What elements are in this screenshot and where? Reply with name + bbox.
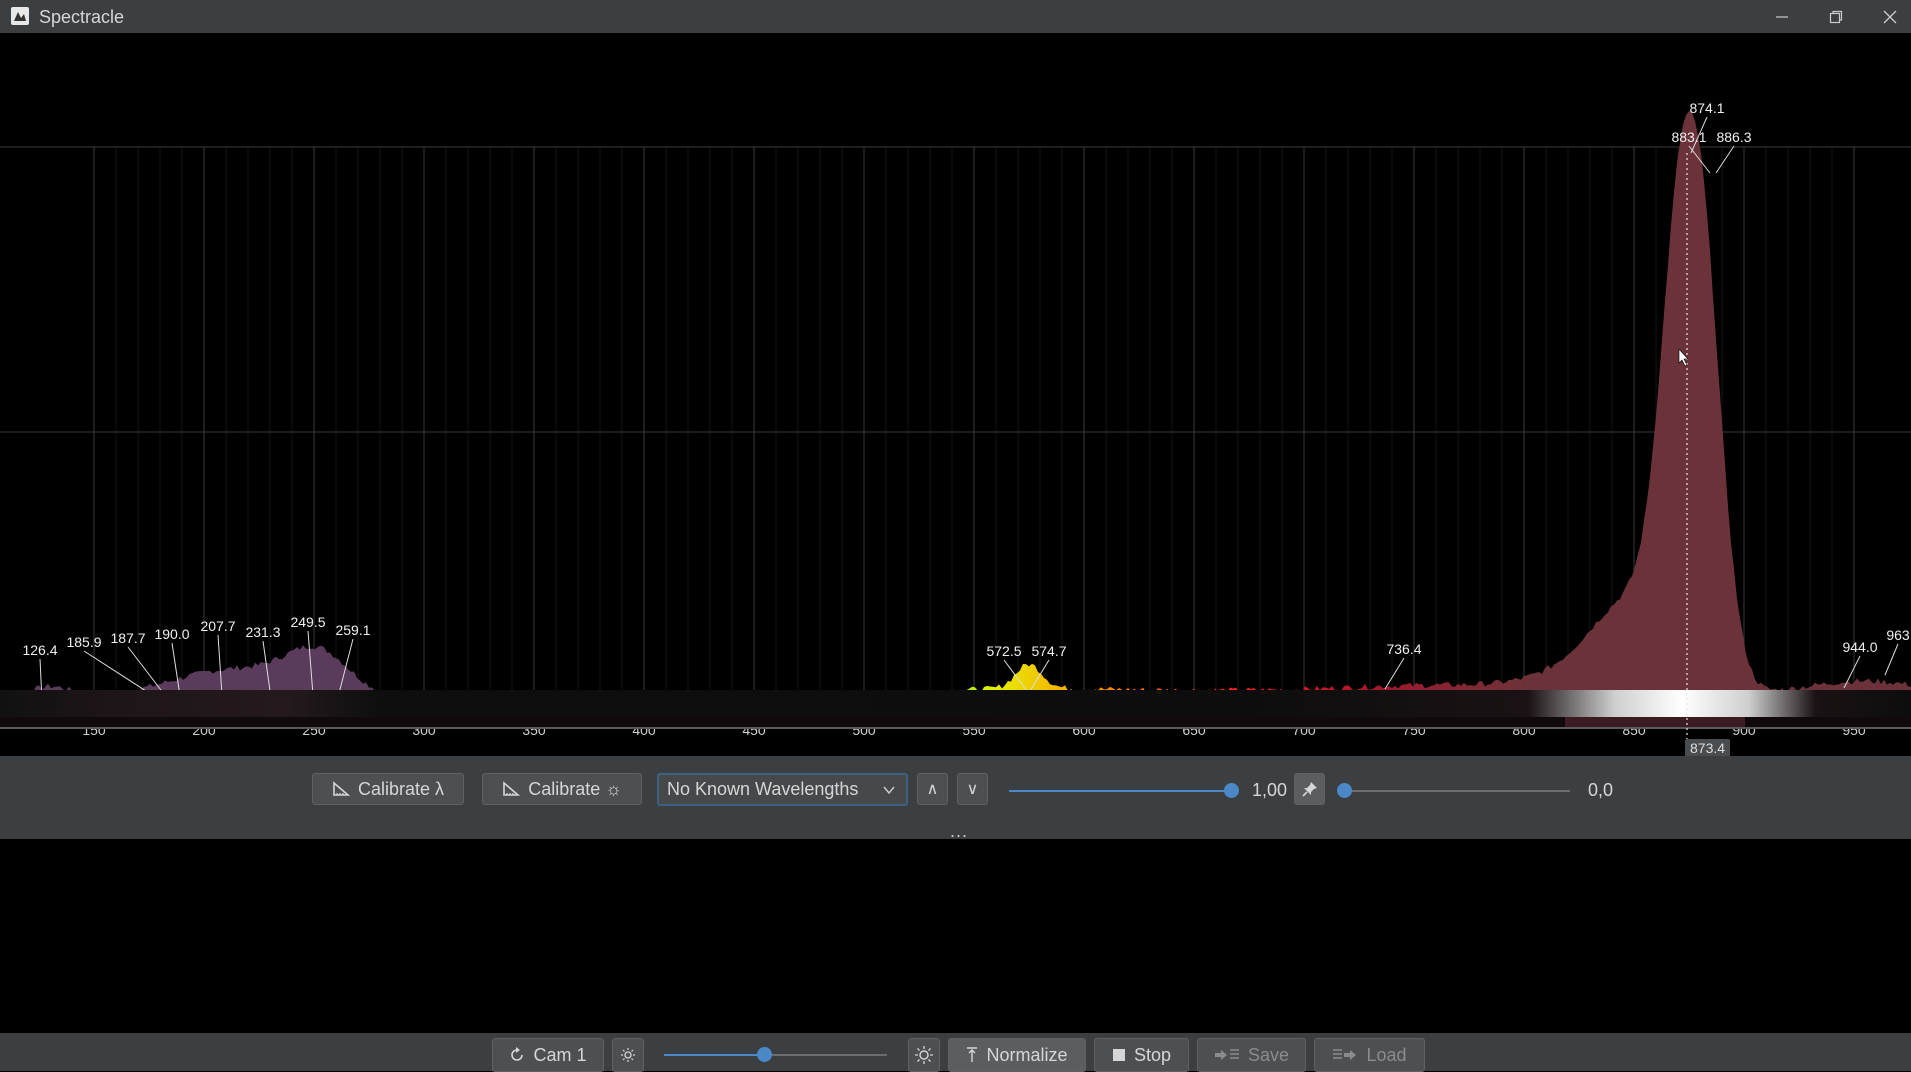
peak-label: 185.9 [66, 634, 101, 650]
offset-slider-handle[interactable] [1337, 783, 1352, 798]
restore-icon [1829, 10, 1843, 23]
exposure-slider-handle[interactable] [757, 1047, 773, 1062]
window-title: Spectracle [39, 7, 125, 27]
close-icon [1883, 10, 1897, 23]
peak-label: 249.5 [290, 614, 325, 630]
close-button[interactable] [1863, 0, 1911, 33]
spectrum-canvas[interactable]: 150 200 250 300 350 400 450 500 550 600 650 700 750 8… [0, 33, 1911, 756]
down-label: ∨ [966, 781, 979, 798]
peak-label: 231.3 [245, 624, 280, 640]
peak-leader-line [1384, 657, 1405, 690]
gain-slider-fill [1009, 790, 1231, 792]
peak-label: 574.7 [1031, 643, 1066, 659]
calibrate-wavelength-button[interactable]: Calibrate λ [312, 773, 464, 805]
offset-value: 0,0 [1588, 780, 1614, 800]
restore-button[interactable] [1809, 0, 1863, 33]
peak-label: 886.3 [1716, 129, 1751, 145]
normalize-icon [967, 1047, 978, 1062]
peak-label: 190.0 [154, 626, 189, 642]
spectrum-plot[interactable]: 150 200 250 300 350 400 450 500 550 600 650 700 750 8… [0, 33, 1911, 757]
save-button[interactable]: Save [1197, 1038, 1306, 1072]
bottom-toolbar: Cam 1 Normalize Stop Save Load [0, 1033, 1911, 1072]
peak-label: 883.1 [1671, 129, 1706, 145]
ruler-icon [333, 781, 350, 796]
exposure-slider-fill [664, 1054, 765, 1056]
cursor-readout: 873.4 [1685, 739, 1731, 757]
peak-label: 874.1 [1689, 100, 1724, 116]
camera-label: Cam 1 [533, 1044, 587, 1065]
peak-label: 944.0 [1842, 639, 1877, 655]
normalize-button[interactable]: Normalize [948, 1038, 1086, 1072]
normalize-label: Normalize [986, 1044, 1068, 1065]
peak-label: 259.1 [335, 622, 370, 638]
brightness-low-button[interactable] [612, 1038, 644, 1072]
stop-label: Stop [1133, 1044, 1172, 1065]
minimize-button[interactable] [1755, 0, 1809, 33]
peak-label: 572.5 [986, 643, 1021, 659]
app-icon [11, 7, 29, 25]
camera-button[interactable]: Cam 1 [492, 1038, 604, 1072]
calibrate-wavelength-label: Calibrate λ [357, 778, 445, 799]
known-wavelengths-value: No Known Wavelengths [667, 779, 859, 799]
calibrate-intensity-label: Calibrate ☼ [528, 778, 622, 799]
peak-label: 126.4 [22, 642, 57, 658]
spectrum-curve [0, 111, 1911, 717]
waterfall-latest-row [0, 690, 1911, 717]
stop-icon [1112, 1049, 1125, 1061]
stop-button[interactable]: Stop [1094, 1038, 1189, 1072]
load-button[interactable]: Load [1314, 1038, 1425, 1072]
waterfall-view [0, 690, 1911, 729]
peak-label: 736.4 [1386, 641, 1421, 657]
panel-splitter-handle[interactable]: ... [950, 821, 968, 842]
save-icon [1214, 1049, 1239, 1060]
calibration-controls: Calibrate λ Calibrate ☼ No Known Wavelen… [0, 756, 1911, 842]
load-label: Load [1366, 1044, 1407, 1065]
refresh-icon [511, 1047, 524, 1061]
offset-slider[interactable] [1344, 790, 1570, 792]
brightness-high-icon [915, 1046, 933, 1064]
calibrate-intensity-button[interactable]: Calibrate ☼ [482, 773, 642, 805]
peak-label: 187.7 [110, 630, 145, 646]
title-bar: Spectracle [0, 0, 1911, 33]
brightness-high-button[interactable] [908, 1038, 940, 1072]
chevron-down-icon [883, 786, 895, 795]
ruler-icon [503, 781, 521, 796]
gain-value: 1,00 [1252, 780, 1288, 800]
gain-slider-handle[interactable] [1224, 783, 1239, 798]
peak-label: 207.7 [200, 618, 235, 634]
peak-leader-line [1884, 643, 1899, 676]
previous-wavelength-button[interactable]: ∧ [917, 773, 948, 805]
minimize-icon [1776, 15, 1788, 18]
pin-button[interactable] [1294, 773, 1325, 805]
next-wavelength-button[interactable]: ∨ [957, 773, 988, 805]
pin-icon [1301, 782, 1317, 797]
known-wavelengths-dropdown[interactable]: No Known Wavelengths [657, 773, 908, 806]
load-icon [1333, 1049, 1357, 1060]
save-label: Save [1247, 1044, 1290, 1065]
peak-leader-line [1715, 145, 1735, 174]
up-label: ∧ [926, 781, 939, 798]
brightness-low-icon [621, 1048, 635, 1062]
peak-label: 963 [1886, 627, 1910, 643]
